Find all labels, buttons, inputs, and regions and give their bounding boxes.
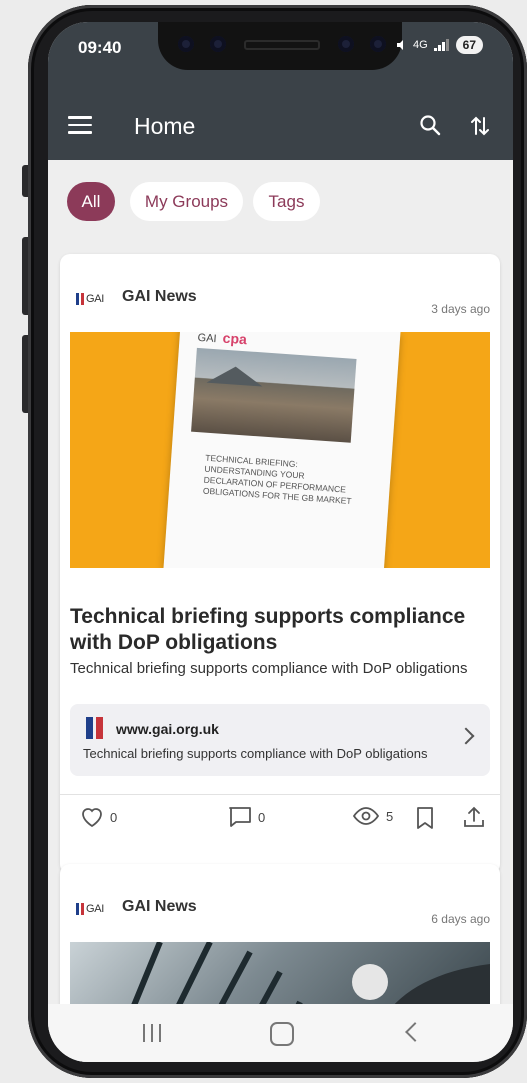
post-card[interactable]: GAI GAI News 3 days ago GAI cpa TECHNICA… <box>60 254 500 874</box>
status-time: 09:40 <box>78 38 122 57</box>
menu-icon[interactable] <box>68 116 92 134</box>
comment-button[interactable]: 0 <box>228 806 265 828</box>
network-label: 4G <box>412 39 428 51</box>
app-header: 09:40 4G 67 Home <box>48 22 513 160</box>
chevron-right-icon <box>457 727 475 745</box>
like-button[interactable]: 0 <box>80 806 117 828</box>
roof-shape <box>206 364 264 387</box>
view-count: 5 <box>386 808 394 824</box>
source-logo: GAI <box>76 292 106 306</box>
comment-icon <box>229 807 251 827</box>
source-name[interactable]: GAI News <box>122 898 197 916</box>
post-headline[interactable]: Technical briefing supports compliance w… <box>70 604 490 656</box>
system-nav-bar <box>48 1004 513 1062</box>
filter-chip-tags[interactable]: Tags <box>253 182 320 221</box>
post-image[interactable]: GAI cpa TECHNICAL BRIEFING: UNDERSTANDIN… <box>70 332 490 568</box>
mute-icon <box>396 40 403 50</box>
heart-icon <box>82 808 102 828</box>
recent-apps-button[interactable] <box>143 1024 161 1042</box>
filter-chip-all[interactable]: All <box>67 182 115 221</box>
post-time: 6 days ago <box>431 912 490 926</box>
camera-icon <box>338 36 354 52</box>
camera-notch <box>158 22 402 70</box>
home-button[interactable] <box>270 1022 294 1046</box>
document-brand: GAI cpa <box>197 332 248 348</box>
speaker-grille <box>244 40 320 50</box>
camera-icon <box>210 36 226 52</box>
like-count: 0 <box>110 809 118 825</box>
page-title: Home <box>134 113 196 139</box>
search-icon[interactable] <box>419 114 441 136</box>
document-title: TECHNICAL BRIEFING: UNDERSTANDING YOUR D… <box>202 452 352 506</box>
building-photo <box>191 347 357 443</box>
source-logo: GAI <box>76 902 106 916</box>
post-time: 3 days ago <box>431 302 490 316</box>
bookmark-icon[interactable] <box>415 806 435 830</box>
source-name[interactable]: GAI News <box>122 288 197 306</box>
site-logo <box>86 717 104 739</box>
link-description: Technical briefing supports compliance w… <box>83 746 428 761</box>
views-indicator: 5 <box>352 806 393 826</box>
divider <box>60 794 500 795</box>
eye-icon <box>352 807 380 825</box>
filter-chip-my-groups[interactable]: My Groups <box>130 182 243 221</box>
comment-count: 0 <box>258 809 266 825</box>
post-summary: Technical briefing supports compliance w… <box>70 660 468 677</box>
link-preview[interactable]: www.gai.org.uk Technical briefing suppor… <box>70 704 490 776</box>
link-domain: www.gai.org.uk <box>116 721 219 737</box>
status-icons: 4G 67 <box>395 36 483 54</box>
camera-icon <box>370 36 386 52</box>
battery-indicator: 67 <box>455 36 483 54</box>
camera-icon <box>178 36 194 52</box>
phone-screen: 09:40 4G 67 Home All My Groups Tags GAI … <box>48 22 513 1062</box>
briefing-document-image: GAI cpa TECHNICAL BRIEFING: UNDERSTANDIN… <box>163 332 401 568</box>
back-button[interactable] <box>405 1022 425 1042</box>
signal-icon <box>433 39 449 51</box>
sort-icon[interactable] <box>469 114 491 138</box>
share-icon[interactable] <box>463 805 485 829</box>
